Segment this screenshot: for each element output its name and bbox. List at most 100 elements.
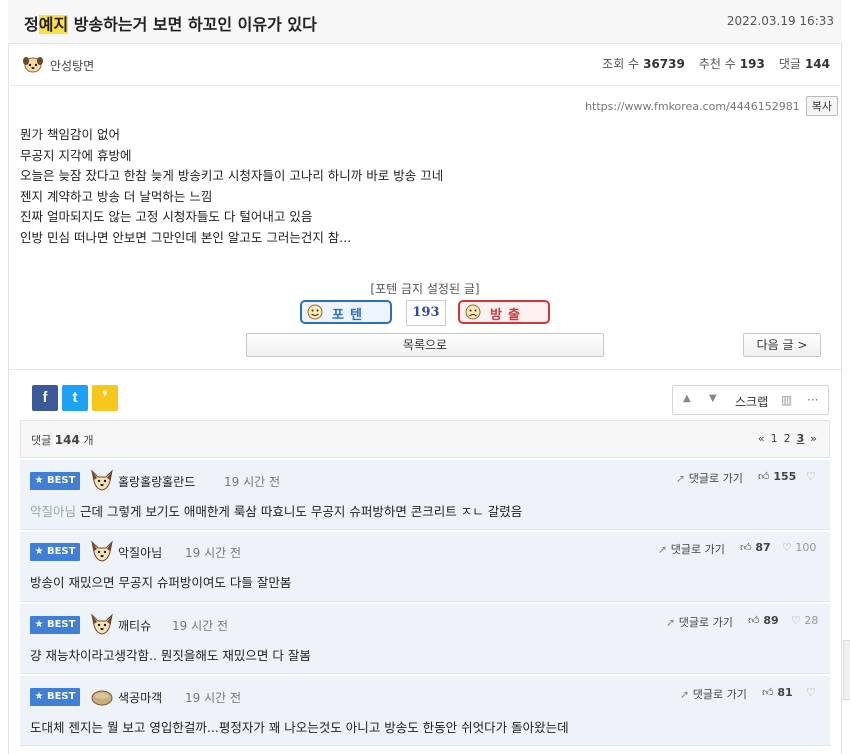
pager-page-1[interactable]: 1	[771, 432, 778, 445]
comment-author[interactable]: 악질아님	[118, 544, 162, 561]
body-line: 인방 민심 떠나면 안보면 그만인데 본인 알고도 그러는건지 참...	[20, 229, 352, 245]
goto-reply-label: 댓글로 가기	[670, 543, 725, 556]
comment-time: 19 시간 전	[185, 546, 242, 560]
views-label: 조회 수	[602, 57, 640, 71]
section-divider	[8, 369, 842, 370]
best-badge: ★ BEST	[30, 616, 80, 634]
title-text-end: 방송하는거 보면 하꼬인 이유가 있다	[68, 15, 317, 34]
title-highlight: 예지	[38, 15, 69, 34]
potent-button[interactable]: 포텐	[300, 300, 392, 324]
post-stats: 조회 수 36739 추천 수 193 댓글 144	[602, 55, 830, 72]
thumbs-down-icon: ♡	[791, 614, 801, 627]
comment-time: 19 시간 전	[185, 691, 242, 705]
post-body: 뭔가 책임감이 없어 무공지 지각에 휴방에 오늘은 늦잠 잤다고 한참 늦게 …	[20, 125, 443, 248]
comment-mention[interactable]: 악질아님	[30, 504, 76, 519]
goto-reply-link[interactable]: ➚ 댓글로 가기	[666, 614, 733, 630]
bread-avatar-icon	[91, 690, 113, 706]
upvote-button[interactable]: 👍︎ 87	[740, 541, 771, 554]
goto-reply-link[interactable]: ➚ 댓글로 가기	[680, 686, 747, 702]
author-name[interactable]: 안성탕면	[50, 57, 94, 74]
comment-count-unit: 개	[83, 434, 94, 447]
reply-arrow-icon: ➚	[666, 616, 676, 629]
post-url-row: https://www.fmkorea.com/4446152981 복사	[585, 96, 838, 116]
recommend-count: 193	[739, 57, 765, 71]
scroll-up-icon[interactable]: ▲	[683, 393, 691, 404]
pager-page-3[interactable]: 3	[797, 432, 805, 445]
comment-pager: « 1 2 3 »	[752, 432, 817, 445]
happy-face-icon	[307, 304, 323, 320]
comment-author[interactable]: 홀랑홀랑홀란드	[118, 473, 195, 490]
goto-reply-link[interactable]: ➚ 댓글로 가기	[676, 470, 743, 486]
side-scroll-handle[interactable]	[843, 640, 850, 700]
post-title: 정예지 방송하는거 보면 하꼬인 이유가 있다	[24, 11, 317, 35]
goto-reply-label: 댓글로 가기	[688, 472, 743, 485]
upvote-button[interactable]: 👍︎ 155	[758, 470, 796, 483]
post-meta: 안성탕면 조회 수 36739 추천 수 193 댓글 144	[8, 44, 842, 86]
scroll-down-icon[interactable]: ▼	[709, 393, 717, 404]
comment-item: ★ BEST 홀랑홀랑홀란드 19 시간 전 ➚ 댓글로 가기 👍︎ 155 ♡…	[20, 460, 830, 530]
back-to-list-button[interactable]: 목록으로	[246, 333, 604, 357]
pager-first[interactable]: «	[758, 432, 765, 445]
upvote-button[interactable]: 👍︎ 81	[762, 686, 793, 699]
comment-body: 근데 그렇게 보기도 애매한게 룩삼 따효니도 무공지 슈퍼방하면 콘크리트 ㅈ…	[80, 504, 523, 519]
pager-last[interactable]: »	[810, 432, 817, 445]
comment-count-label: 댓글	[31, 434, 52, 447]
title-text-start: 정	[24, 15, 39, 34]
views-count: 36739	[643, 57, 685, 71]
thumbs-up-icon: 👍︎	[762, 686, 774, 699]
kakaostory-share-icon[interactable]: ❜	[92, 385, 118, 411]
body-line: 진짜 얼마되지도 않는 고정 시청자들도 다 털어내고 있음	[20, 209, 313, 224]
post-date: 2022.03.19 16:33	[726, 14, 834, 28]
upvote-button[interactable]: 👍︎ 89	[748, 614, 779, 627]
upvote-count: 89	[763, 614, 779, 627]
best-badge: ★ BEST	[30, 688, 80, 706]
potent-label: 포텐	[332, 308, 368, 323]
comment-author[interactable]: 색공마객	[118, 689, 162, 706]
comment-text: 도대체 젠지는 뭘 보고 영입한걸까...평정자가 꽤 나오는것도 아니고 방송…	[30, 720, 569, 735]
comment-item: ★ BEST 깨티슈 19 시간 전 ➚ 댓글로 가기 👍︎ 89 ♡ 28 걍…	[20, 604, 830, 674]
downvote-button[interactable]: ♡	[806, 470, 816, 483]
pager-page-2[interactable]: 2	[784, 432, 791, 445]
copy-url-button[interactable]: 복사	[805, 96, 838, 116]
vote-count: 193	[406, 300, 446, 326]
author-avatar-icon	[23, 57, 43, 73]
comment-item: ★ BEST 악질아님 19 시간 전 ➚ 댓글로 가기 👍︎ 87 ♡ 100…	[20, 532, 830, 602]
comment-time: 19 시간 전	[172, 619, 229, 633]
scrap-button[interactable]: 스크랩	[735, 393, 768, 410]
downvote-button[interactable]: ♡	[806, 686, 816, 699]
best-badge: ★ BEST	[30, 543, 80, 561]
ban-label: 방출	[490, 308, 526, 323]
thumbs-down-icon: ♡	[806, 470, 816, 483]
reply-arrow-icon: ➚	[658, 543, 668, 556]
thumbs-up-icon: 👍︎	[748, 614, 760, 627]
thumbs-up-icon: 👍︎	[758, 470, 770, 483]
stats-icon[interactable]: ▥	[781, 393, 792, 407]
dog-avatar-icon	[91, 613, 113, 635]
next-post-button[interactable]: 다음 글 >	[743, 333, 821, 357]
goto-reply-link[interactable]: ➚ 댓글로 가기	[658, 541, 725, 557]
reply-arrow-icon: ➚	[676, 472, 686, 485]
ban-button[interactable]: 방출	[458, 300, 550, 324]
thumbs-down-icon: ♡	[806, 686, 816, 699]
recommend-label: 추천 수	[698, 57, 736, 71]
more-options-icon[interactable]: ···	[807, 393, 818, 407]
comment-item: ★ BEST 색공마객 19 시간 전 ➚ 댓글로 가기 👍︎ 81 ♡ 도대체…	[20, 676, 830, 746]
facebook-share-icon[interactable]: f	[32, 385, 58, 411]
comments-count: 144	[804, 57, 830, 71]
thumbs-up-icon: 👍︎	[740, 541, 752, 554]
upvote-count: 155	[773, 470, 797, 483]
comment-count: 댓글 144 개	[31, 432, 93, 448]
thumbs-down-icon: ♡	[782, 541, 792, 554]
downvote-button[interactable]: ♡ 100	[782, 541, 816, 554]
post-url[interactable]: https://www.fmkorea.com/4446152981	[585, 100, 800, 113]
sad-face-icon	[465, 304, 481, 320]
body-line: 오늘은 늦잠 잤다고 한참 늦게 방송키고 시청자들이 고나리 하니까 바로 방…	[20, 168, 444, 183]
comment-author[interactable]: 깨티슈	[118, 617, 151, 634]
upvote-count: 81	[777, 686, 793, 699]
comment-count-value: 144	[54, 433, 80, 447]
downvote-count: 100	[795, 541, 817, 554]
twitter-share-icon[interactable]: t	[62, 385, 88, 411]
downvote-button[interactable]: ♡ 28	[791, 614, 818, 627]
dog-avatar-icon	[91, 469, 113, 491]
upvote-count: 87	[755, 541, 771, 554]
